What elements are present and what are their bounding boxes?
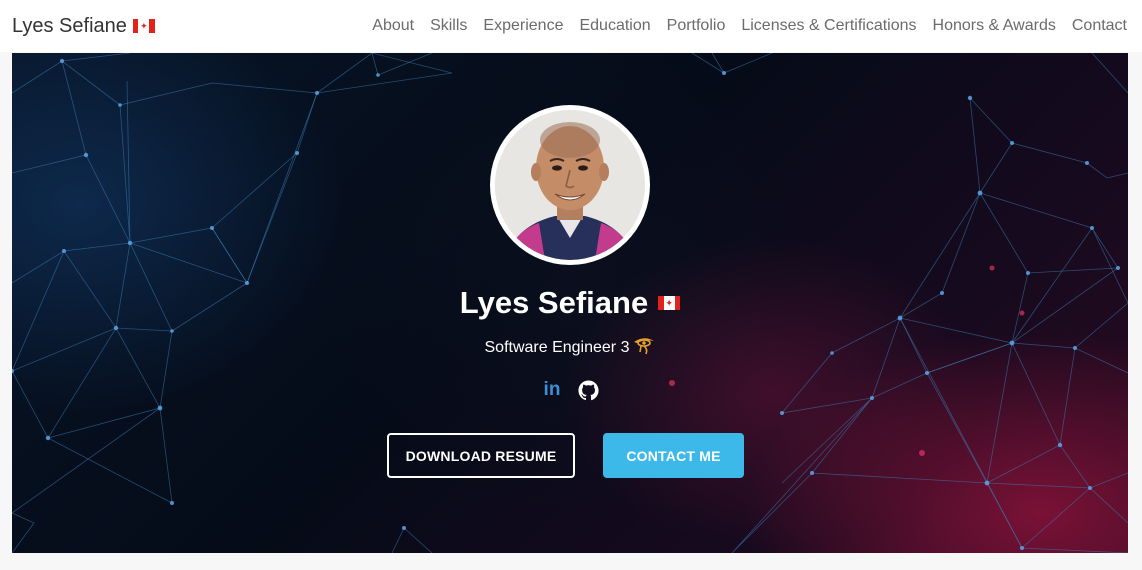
profile-avatar bbox=[490, 105, 650, 265]
nav-link-about[interactable]: About bbox=[364, 17, 422, 35]
social-links: in bbox=[12, 379, 1128, 401]
linkedin-icon[interactable]: in bbox=[541, 379, 563, 401]
eye-of-horus-icon bbox=[633, 335, 655, 360]
nav-link-licenses-certifications[interactable]: Licenses & Certifications bbox=[733, 17, 924, 35]
github-icon[interactable] bbox=[577, 379, 599, 401]
canada-flag-icon: ✦ bbox=[658, 296, 681, 310]
nav-link-experience[interactable]: Experience bbox=[475, 17, 571, 35]
nav-link-portfolio[interactable]: Portfolio bbox=[659, 17, 734, 35]
nav-link-honors-awards[interactable]: Honors & Awards bbox=[925, 17, 1064, 35]
job-title: Software Engineer 3 bbox=[484, 338, 630, 356]
brand-name: Lyes Sefiane bbox=[12, 14, 127, 37]
contact-me-button[interactable]: CONTACT ME bbox=[603, 433, 744, 478]
hero-section: Lyes Sefiane ✦ Software Engineer 3 in DO… bbox=[12, 53, 1128, 553]
nav-menu: About Skills Experience Education Portfo… bbox=[364, 17, 1127, 35]
profile-photo bbox=[495, 110, 645, 260]
hero-subtitle: Software Engineer 3 bbox=[12, 335, 1128, 360]
nav-link-education[interactable]: Education bbox=[571, 17, 658, 35]
hero-heading: Lyes Sefiane ✦ bbox=[12, 285, 1128, 321]
top-navbar: Lyes Sefiane ✦ About Skills Experience E… bbox=[0, 0, 1142, 52]
canada-flag-icon: ✦ bbox=[132, 19, 155, 33]
download-resume-button[interactable]: DOWNLOAD RESUME bbox=[387, 433, 575, 478]
nav-link-skills[interactable]: Skills bbox=[422, 17, 475, 35]
nav-link-contact[interactable]: Contact bbox=[1064, 17, 1127, 35]
hero-name: Lyes Sefiane bbox=[459, 285, 649, 320]
brand-link[interactable]: Lyes Sefiane ✦ bbox=[12, 15, 155, 38]
